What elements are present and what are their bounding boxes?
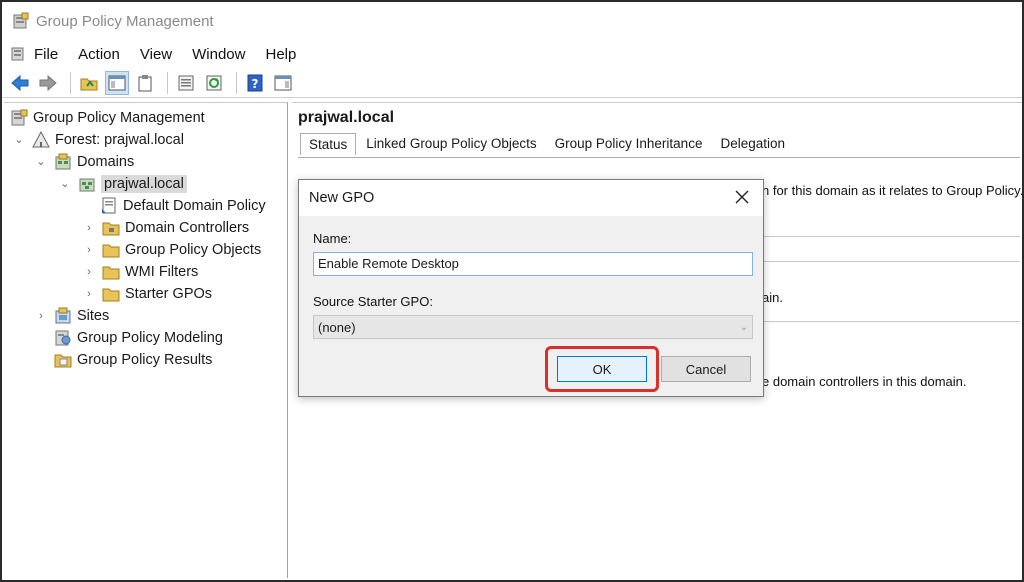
tree-item-starter-gpos[interactable]: › Starter GPOs [82,283,212,304]
toolbar-separator [70,71,71,94]
gpmc-root-icon [10,109,28,126]
gpo-name-input[interactable]: Enable Remote Desktop [313,252,753,276]
folder-icon [102,241,120,258]
tree-item-label: Forest: prajwal.local [55,131,184,148]
tree-item-label: Sites [77,307,110,324]
action-pane-icon[interactable] [271,71,295,95]
toolbar-separator [236,71,237,94]
new-gpo-dialog: New GPO Name: Enable Remote Desktop Sour… [298,179,764,397]
source-starter-gpo-select[interactable]: (none) ⌄ [313,315,753,339]
menu-view[interactable]: View [140,46,172,63]
tree-item-label: Group Policy Management [33,109,205,126]
console-tree: Group Policy Management ⌄ Forest: prajwa… [4,102,288,578]
window-title: Group Policy Management [36,12,214,30]
cancel-button[interactable]: Cancel [661,356,751,382]
menu-window[interactable]: Window [192,46,245,63]
divider [762,321,1020,322]
divider [762,261,1020,262]
forest-icon [32,130,50,148]
properties-icon[interactable] [174,71,198,95]
page-title: prajwal.local [298,109,395,126]
results-icon [54,351,72,368]
toolbar-separator [167,71,168,94]
sites-icon [54,307,72,324]
folder-icon [102,263,120,280]
tree-item-forest[interactable]: ⌄ Forest: prajwal.local [12,129,184,150]
chevron-down-icon: ⌄ [739,321,748,333]
tree-item-label: Starter GPOs [125,285,213,302]
tab-gp-inheritance[interactable]: Group Policy Inheritance [547,133,711,155]
chevron-right-icon[interactable]: › [82,222,96,234]
chevron-right-icon[interactable]: › [82,266,96,278]
chevron-down-icon[interactable]: ⌄ [34,155,48,168]
tree-item-label: Default Domain Policy [123,197,266,214]
tab-divider [298,157,1020,158]
tree-item-prajwal-local[interactable]: ⌄ prajwal.local [58,173,187,194]
tree-item-group-policy-results[interactable]: Group Policy Results [54,349,212,370]
tab-status[interactable]: Status [300,133,357,155]
tree-item-sites[interactable]: › Sites [34,305,109,326]
close-icon[interactable] [733,188,751,206]
tree-item-label: WMI Filters [125,263,199,280]
tree-item-label: prajwal.local [101,174,187,193]
ou-folder-icon [102,219,120,236]
clipboard-icon[interactable] [133,71,157,95]
menu-action[interactable]: Action [78,46,120,63]
gpmc-app-icon [12,12,30,30]
tree-item-default-domain-policy[interactable]: Default Domain Policy [100,195,266,216]
back-icon[interactable] [8,71,32,95]
chevron-right-icon[interactable]: › [82,288,96,300]
dialog-title-bar: New GPO [299,180,763,216]
tree-item-group-policy-management[interactable]: Group Policy Management [10,107,205,128]
title-bar: Group Policy Management [2,2,1022,40]
tree-item-group-policy-modeling[interactable]: Group Policy Modeling [54,327,223,348]
dialog-title: New GPO [309,190,375,206]
source-starter-gpo-label: Source Starter GPO: [313,294,433,309]
gpo-link-icon [100,197,118,214]
tab-linked-gpos[interactable]: Linked Group Policy Objects [358,133,544,155]
folder-icon [102,285,120,302]
up-folder-icon[interactable] [77,71,101,95]
tree-item-label: Domain Controllers [125,219,250,236]
tree-item-wmi-filters[interactable]: › WMI Filters [82,261,198,282]
refresh-icon[interactable] [202,71,226,95]
domains-icon [54,153,72,170]
svg-text:?: ? [252,77,259,91]
ok-button[interactable]: OK [557,356,647,382]
chevron-down-icon[interactable]: ⌄ [58,177,72,190]
domain-icon [78,175,96,192]
tree-item-domain-controllers[interactable]: › Domain Controllers [82,217,249,238]
divider [762,236,1020,237]
modeling-icon [54,329,72,346]
tab-strip: Status Linked Group Policy Objects Group… [300,133,795,155]
tree-item-label: Group Policy Results [77,351,213,368]
menu-help[interactable]: Help [265,46,296,63]
tree-item-group-policy-objects[interactable]: › Group Policy Objects [82,239,261,260]
name-label: Name: [313,231,352,246]
tree-item-domains[interactable]: ⌄ Domains [34,151,134,172]
system-menu-icon[interactable] [10,46,26,62]
app-window: Group Policy Management File Action View… [0,0,1024,582]
show-hide-console-tree-icon[interactable] [105,70,129,95]
status-description-text: n for this domain as it relates to Group… [762,183,1024,198]
chevron-right-icon[interactable]: › [82,244,96,256]
chevron-right-icon[interactable]: › [34,310,48,322]
menu-bar: File Action View Window Help [2,42,1022,66]
toolbar: ? [2,68,1022,98]
tree-item-label: Group Policy Modeling [77,329,223,346]
chevron-down-icon[interactable]: ⌄ [12,133,26,146]
tree-item-label: Domains [77,153,135,170]
forward-icon[interactable] [36,71,60,95]
tree-item-label: Group Policy Objects [125,241,262,258]
help-icon[interactable]: ? [243,71,267,95]
tab-delegation[interactable]: Delegation [712,133,793,155]
status-dc-text: e domain controllers in this domain. [762,374,967,389]
menu-file[interactable]: File [34,46,58,63]
status-info-text: ain. [762,290,783,305]
select-value: (none) [318,319,356,335]
